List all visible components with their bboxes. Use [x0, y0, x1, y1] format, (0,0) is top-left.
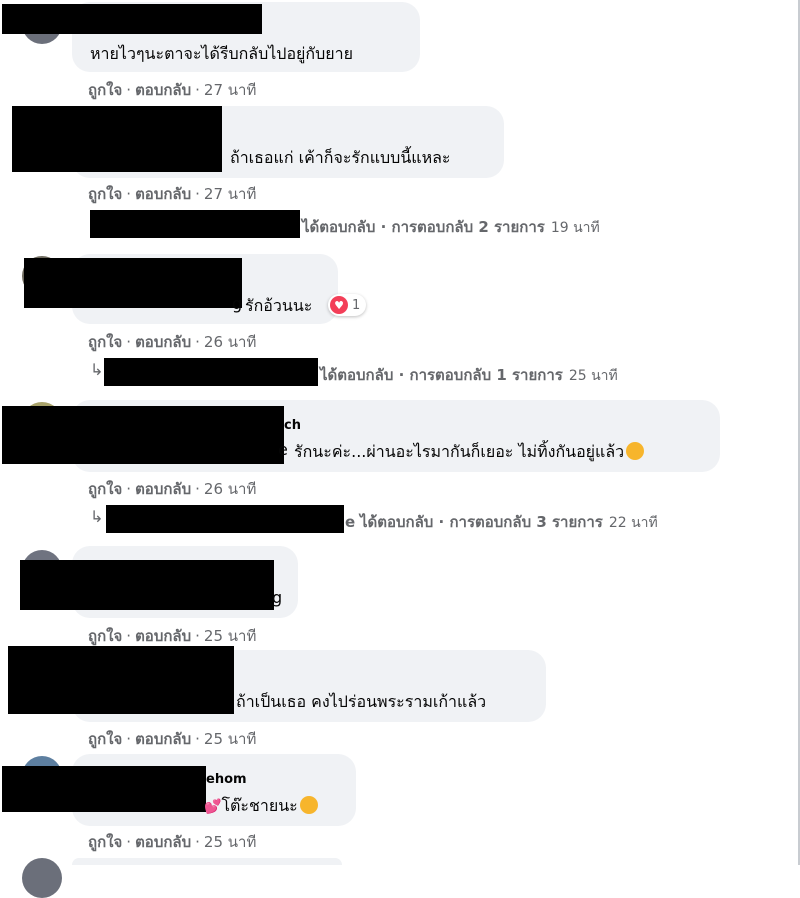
redacted-name	[104, 358, 318, 386]
reply-button[interactable]: ตอบกลับ	[135, 81, 191, 99]
like-button[interactable]: ถูกใจ	[88, 730, 122, 748]
redacted-name	[90, 210, 300, 238]
hearts-emoji: 💕	[204, 799, 222, 815]
reaction-count: 1	[352, 297, 361, 313]
comment-text: หายไวๆนะตาจะได้รีบกลับไปอยู่กับยาย	[90, 44, 354, 63]
timestamp: 22 นาที	[608, 515, 658, 531]
comment-text: 💕โต๊ะชายนะ	[204, 794, 318, 819]
separator: ·	[126, 833, 132, 851]
reply-arrow-icon: ↳	[90, 360, 104, 379]
reply-button[interactable]: ตอบกลับ	[135, 730, 191, 748]
timestamp[interactable]: 25 นาที	[204, 730, 256, 748]
replies-label: ได้ตอบกลับ · การตอบกลับ 3 รายการ	[359, 513, 603, 531]
comment-actions: ถูกใจ · ตอบกลับ · 27 นาที	[88, 78, 256, 102]
timestamp: 19 นาที	[550, 220, 600, 236]
separator: ·	[126, 185, 132, 203]
name-fragment: ehom	[206, 772, 247, 787]
love-icon: ♥	[330, 296, 348, 314]
redacted-name	[8, 646, 234, 714]
reply-name-fragment: e	[345, 513, 356, 531]
comment-actions: ถูกใจ · ตอบกลับ · 26 นาที	[88, 330, 256, 354]
separator: ·	[195, 185, 200, 203]
text-fragment: g	[272, 588, 283, 607]
separator: ·	[195, 480, 200, 498]
separator: ·	[195, 730, 200, 748]
reply-arrow-icon: ↳	[90, 507, 104, 526]
redacted-name	[20, 560, 274, 610]
separator: ·	[126, 480, 132, 498]
comment-actions: ถูกใจ · ตอบกลับ · 25 นาที	[88, 727, 256, 751]
timestamp[interactable]: 25 นาที	[204, 627, 256, 645]
comment-body: รักนะค่ะ...ผ่านอะไรมากันก็เยอะ ไม่ทิ้งกั…	[294, 442, 625, 461]
reply-button[interactable]: ตอบกลับ	[135, 185, 191, 203]
timestamp: 25 นาที	[568, 368, 618, 384]
like-button[interactable]: ถูกใจ	[88, 333, 122, 351]
comment-text: ถ้าเธอแก่ เค้าก็จะรักแบบนี้แหละ	[230, 148, 451, 167]
name-fragment: g	[232, 294, 243, 313]
like-button[interactable]: ถูกใจ	[88, 81, 122, 99]
separator: ·	[195, 627, 200, 645]
redacted-name	[106, 505, 344, 533]
comment-text: รักนะค่ะ...ผ่านอะไรมากันก็เยอะ ไม่ทิ้งกั…	[294, 440, 645, 465]
name-fragment: ch	[284, 418, 301, 433]
timestamp[interactable]: 27 นาที	[204, 185, 256, 203]
redacted-name	[2, 4, 262, 34]
view-replies-link[interactable]: ได้ตอบกลับ · การตอบกลับ 1 รายการ 25 นาที	[320, 363, 618, 387]
like-button[interactable]: ถูกใจ	[88, 185, 122, 203]
smiling-face-with-hearts-icon	[626, 442, 645, 460]
view-replies-link[interactable]: e ได้ตอบกลับ · การตอบกลับ 3 รายการ 22 นาท…	[345, 510, 658, 534]
redacted-name	[2, 406, 284, 464]
comment-body: โต๊ะชายนะ	[221, 796, 298, 815]
reply-button[interactable]: ตอบกลับ	[135, 833, 191, 851]
redacted-name	[2, 766, 206, 812]
separator: ·	[195, 81, 200, 99]
separator: ·	[126, 333, 132, 351]
text-fragment: e	[278, 440, 288, 459]
comment-text: ถ้าเป็นเธอ คงไปร่อนพระรามเก้าแล้ว	[236, 692, 487, 711]
replies-label: ได้ตอบกลับ · การตอบกลับ 2 รายการ	[302, 218, 545, 236]
separator: ·	[195, 833, 200, 851]
comment-actions: ถูกใจ · ตอบกลับ · 25 นาที	[88, 624, 256, 648]
separator: ·	[126, 627, 132, 645]
comment-bubble	[72, 858, 342, 865]
like-button[interactable]: ถูกใจ	[88, 833, 122, 851]
comment-actions: ถูกใจ · ตอบกลับ · 25 นาที	[88, 830, 256, 854]
like-button[interactable]: ถูกใจ	[88, 480, 122, 498]
comment-text: รักอ้วนนะ	[245, 296, 313, 315]
like-button[interactable]: ถูกใจ	[88, 627, 122, 645]
timestamp[interactable]: 25 นาที	[204, 833, 256, 851]
reply-button[interactable]: ตอบกลับ	[135, 480, 191, 498]
reply-button[interactable]: ตอบกลับ	[135, 333, 191, 351]
redacted-name	[12, 106, 222, 172]
reply-button[interactable]: ตอบกลับ	[135, 627, 191, 645]
smiling-face-icon	[299, 796, 318, 814]
separator: ·	[195, 333, 200, 351]
reaction-badge[interactable]: ♥ 1	[328, 294, 367, 316]
timestamp[interactable]: 27 นาที	[204, 81, 256, 99]
timestamp[interactable]: 26 นาที	[204, 480, 256, 498]
separator: ·	[126, 730, 132, 748]
redacted-name	[24, 258, 242, 308]
timestamp[interactable]: 26 นาที	[204, 333, 256, 351]
avatar[interactable]	[22, 858, 62, 898]
comment-actions: ถูกใจ · ตอบกลับ · 27 นาที	[88, 182, 256, 206]
comment-actions: ถูกใจ · ตอบกลับ · 26 นาที	[88, 477, 256, 501]
replies-label: ได้ตอบกลับ · การตอบกลับ 1 รายการ	[320, 366, 563, 384]
view-replies-link[interactable]: ได้ตอบกลับ · การตอบกลับ 2 รายการ 19 นาที	[302, 215, 600, 239]
separator: ·	[126, 81, 132, 99]
